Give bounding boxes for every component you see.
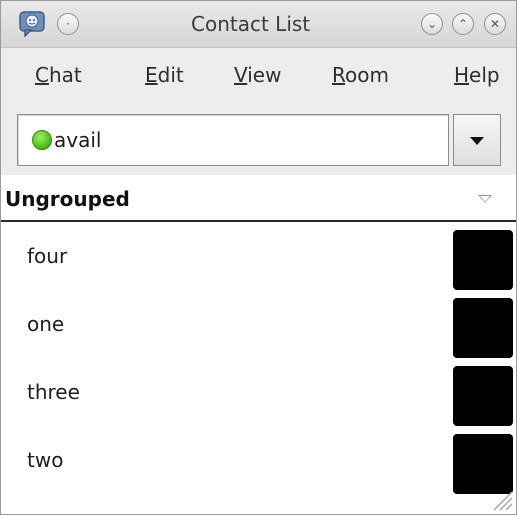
available-status-icon xyxy=(32,130,52,150)
close-icon: ✕ xyxy=(489,17,501,31)
contact-avatar xyxy=(453,298,513,358)
sticky-button[interactable]: · xyxy=(57,13,79,35)
contact-name: two xyxy=(27,448,64,472)
maximize-button[interactable]: ⌃ xyxy=(452,13,474,35)
collapse-triangle-icon[interactable] xyxy=(478,195,492,203)
menu-view[interactable]: View xyxy=(234,63,281,87)
pidgin-app-icon[interactable] xyxy=(19,11,45,37)
contact-avatar xyxy=(453,230,513,290)
status-selector[interactable]: avail xyxy=(17,114,449,166)
chevron-down-icon: ⌄ xyxy=(426,17,438,31)
title-bar[interactable]: · Contact List ⌄ ⌃ ✕ xyxy=(1,1,516,48)
contact-name: four xyxy=(27,244,68,268)
contact-avatar xyxy=(453,434,513,494)
window-title: Contact List xyxy=(191,12,311,36)
menu-chat[interactable]: Chat xyxy=(35,63,82,87)
contact-row[interactable]: two xyxy=(1,426,516,494)
status-dropdown-button[interactable] xyxy=(453,114,501,166)
chevron-up-icon: ⌃ xyxy=(457,17,469,31)
minimize-button[interactable]: ⌄ xyxy=(421,13,443,35)
menu-edit[interactable]: Edit xyxy=(145,63,184,87)
menu-bar: Chat Edit View Room Help xyxy=(1,48,516,104)
contact-list: four one three two xyxy=(1,222,516,514)
contact-row[interactable]: four xyxy=(1,222,516,290)
dropdown-arrow-icon xyxy=(470,137,484,145)
group-header-ungrouped[interactable]: Ungrouped xyxy=(1,175,516,222)
contact-name: three xyxy=(27,380,80,404)
contact-row[interactable]: three xyxy=(1,358,516,426)
close-button[interactable]: ✕ xyxy=(484,13,506,35)
dot-icon: · xyxy=(66,17,70,31)
menu-help[interactable]: Help xyxy=(454,63,500,87)
status-value: avail xyxy=(54,128,102,152)
group-title: Ungrouped xyxy=(5,187,130,211)
contact-row[interactable]: one xyxy=(1,290,516,358)
resize-grip-icon[interactable] xyxy=(488,486,514,512)
contact-name: one xyxy=(27,312,65,336)
contact-list-window: · Contact List ⌄ ⌃ ✕ Chat Edit View Room… xyxy=(0,0,517,515)
contact-avatar xyxy=(453,366,513,426)
menu-room[interactable]: Room xyxy=(332,63,389,87)
